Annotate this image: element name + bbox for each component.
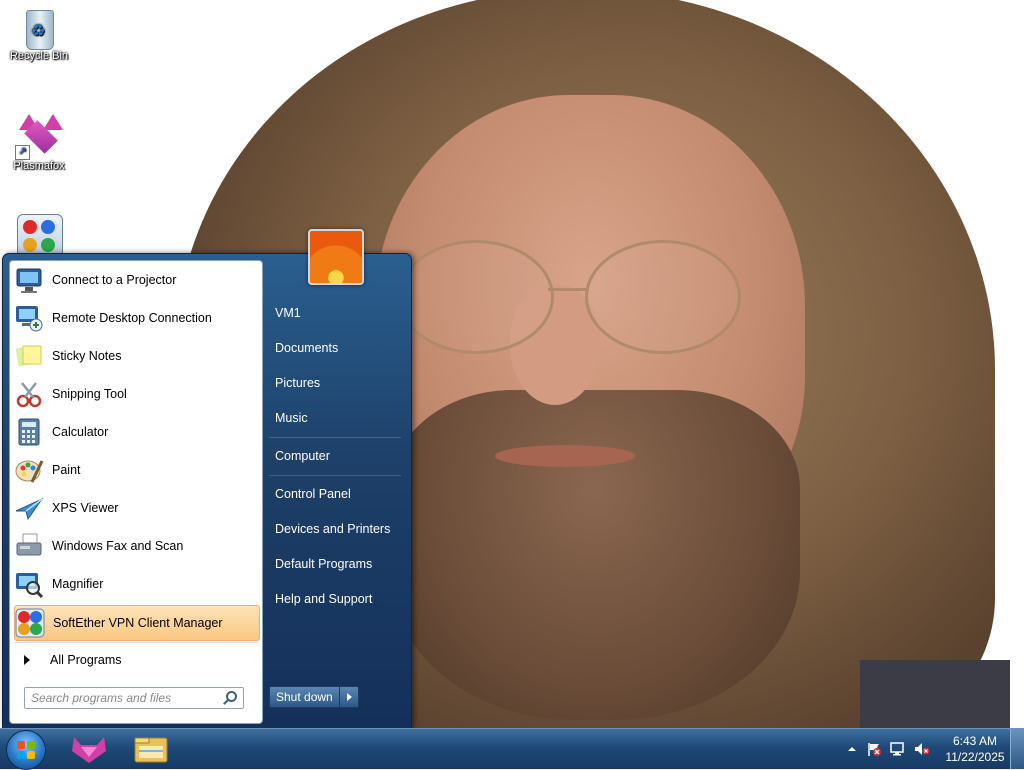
windows-logo-icon	[17, 741, 35, 759]
program-connect-to-projector[interactable]: Connect to a Projector	[14, 263, 258, 297]
start-menu: Connect to a Projector Remote Desktop Co…	[2, 253, 412, 729]
link-computer[interactable]: Computer	[269, 443, 405, 469]
volume-muted-icon[interactable]	[914, 741, 930, 757]
shutdown-options-arrow[interactable]	[339, 686, 359, 708]
windows-explorer-icon	[134, 737, 168, 763]
program-label: SoftEther VPN Client Manager	[53, 616, 223, 630]
program-sticky-notes[interactable]: Sticky Notes	[14, 339, 258, 373]
taskbar: 6:43 AM 11/22/2025	[0, 728, 1024, 770]
wallpaper-mouth	[495, 445, 635, 467]
snipping-tool-icon	[14, 379, 44, 409]
wallpaper-sweater	[860, 660, 1010, 728]
network-icon[interactable]	[890, 741, 906, 757]
sticky-notes-icon	[14, 341, 44, 371]
link-pictures[interactable]: Pictures	[269, 370, 405, 396]
link-control-panel[interactable]: Control Panel	[269, 481, 405, 507]
search-box[interactable]	[24, 687, 244, 709]
show-desktop-button[interactable]	[1010, 729, 1024, 769]
program-xps-viewer[interactable]: XPS Viewer	[14, 491, 258, 525]
program-label: Sticky Notes	[52, 349, 122, 363]
program-label: XPS Viewer	[52, 501, 119, 515]
program-label: Snipping Tool	[52, 387, 127, 401]
right-separator	[269, 437, 401, 438]
user-account-picture[interactable]	[308, 229, 364, 285]
all-programs-button[interactable]: All Programs	[14, 647, 258, 673]
program-label: Remote Desktop Connection	[52, 311, 212, 325]
program-magnifier[interactable]: Magnifier	[14, 567, 258, 601]
program-paint[interactable]: Paint	[14, 453, 258, 487]
program-softether-vpn[interactable]: SoftEther VPN Client Manager	[14, 605, 260, 641]
calculator-icon	[14, 417, 44, 447]
taskbar-windows-explorer[interactable]	[124, 731, 178, 767]
program-label: Paint	[52, 463, 81, 477]
link-devices-printers[interactable]: Devices and Printers	[269, 516, 405, 542]
shortcut-arrow-icon: ↗	[15, 145, 30, 160]
xps-viewer-icon	[14, 493, 44, 523]
desktop-icon-label: Plasmafox	[13, 160, 65, 172]
all-programs-label: All Programs	[50, 653, 122, 667]
search-icon[interactable]	[223, 691, 237, 705]
clock-date: 11/22/2025	[945, 750, 1005, 764]
search-input[interactable]	[25, 690, 223, 706]
program-snipping-tool[interactable]: Snipping Tool	[14, 377, 258, 411]
remote-desktop-icon	[14, 303, 44, 333]
program-label: Connect to a Projector	[52, 273, 177, 287]
softether-vpn-icon	[15, 608, 45, 638]
right-separator	[269, 475, 401, 476]
clock[interactable]: 6:43 AM 11/22/2025	[940, 733, 1010, 765]
program-label: Windows Fax and Scan	[52, 539, 184, 553]
wallpaper-glasses-left	[398, 240, 554, 354]
action-center-flag-icon[interactable]	[866, 741, 882, 757]
shutdown-group: Shut down	[269, 686, 359, 708]
show-hidden-icons-arrow[interactable]	[844, 741, 860, 757]
program-fax-scan[interactable]: Windows Fax and Scan	[14, 529, 258, 563]
programs-separator	[14, 642, 258, 643]
taskbar-plasmafox[interactable]	[62, 731, 116, 767]
plasmafox-icon: ↗	[15, 114, 63, 160]
clock-time: 6:43 AM	[952, 734, 998, 748]
desktop-icon-recycle-bin[interactable]: Recycle Bin	[0, 6, 78, 62]
link-documents[interactable]: Documents	[269, 335, 405, 361]
projector-icon	[14, 265, 44, 295]
paint-icon	[14, 455, 44, 485]
program-label: Calculator	[52, 425, 109, 439]
desktop-icon-plasmafox[interactable]: ↗ Plasmafox	[0, 114, 78, 172]
start-menu-programs-pane: Connect to a Projector Remote Desktop Co…	[9, 260, 263, 724]
program-remote-desktop[interactable]: Remote Desktop Connection	[14, 301, 258, 335]
triangle-right-icon	[24, 655, 30, 665]
link-help-support[interactable]: Help and Support	[269, 586, 405, 612]
desktop-icon-label: Recycle Bin	[9, 50, 69, 62]
softether-vpn-icon	[17, 214, 63, 260]
magnifier-icon	[14, 569, 44, 599]
wallpaper-glasses-right	[585, 240, 741, 354]
program-label: Magnifier	[52, 577, 104, 591]
plasmafox-icon	[72, 737, 106, 763]
shutdown-button[interactable]: Shut down	[269, 686, 340, 708]
start-button[interactable]	[6, 730, 46, 770]
link-user-folder[interactable]: VM1	[269, 300, 405, 326]
link-default-programs[interactable]: Default Programs	[269, 551, 405, 577]
fax-scan-icon	[14, 531, 44, 561]
program-calculator[interactable]: Calculator	[14, 415, 258, 449]
wallpaper-beard	[390, 390, 800, 720]
link-music[interactable]: Music	[269, 405, 405, 431]
wallpaper-glasses-bridge	[548, 288, 588, 291]
recycle-bin-icon	[22, 6, 56, 50]
